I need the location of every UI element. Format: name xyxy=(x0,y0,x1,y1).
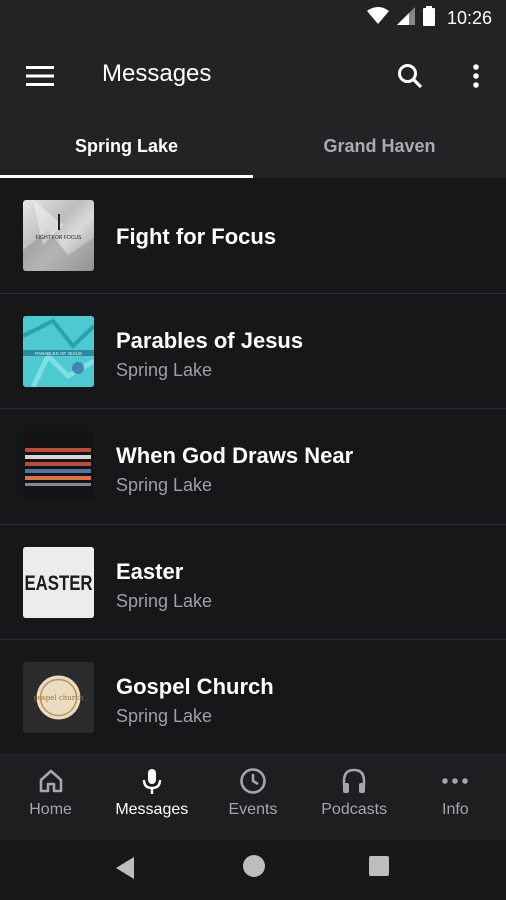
list-item[interactable]: PARABLES OF JESUS Parables of Jesus Spri… xyxy=(0,294,506,409)
more-horiz-icon xyxy=(442,778,469,784)
list-item[interactable]: FIGHT FOR FOCUS Fight for Focus xyxy=(0,178,506,294)
bottom-navigation: Home Messages Events Podcasts Info xyxy=(0,754,506,840)
series-thumbnail: PARABLES OF JESUS xyxy=(23,315,94,387)
series-thumbnail: gospel church xyxy=(23,662,94,733)
item-subtitle: Spring Lake xyxy=(116,475,213,495)
series-thumbnail: FIGHT FOR FOCUS xyxy=(23,200,94,271)
signal-icon xyxy=(396,6,415,30)
wifi-icon xyxy=(366,6,389,30)
nav-events[interactable]: Events xyxy=(202,755,303,841)
clock-icon xyxy=(240,768,266,794)
list-item[interactable]: When God Draws Near Spring Lake xyxy=(0,409,506,525)
tab-grand-haven[interactable]: Grand Haven xyxy=(253,114,506,178)
nav-home[interactable]: Home xyxy=(0,755,101,841)
home-icon xyxy=(39,769,62,793)
nav-info[interactable]: Info xyxy=(405,755,506,841)
home-circle-icon[interactable] xyxy=(242,854,266,878)
thumb-text: PARABLES OF JESUS xyxy=(35,351,82,356)
item-title: Easter xyxy=(116,558,184,584)
more-options-button[interactable] xyxy=(458,58,494,94)
item-title: Parables of Jesus xyxy=(116,327,304,353)
menu-icon xyxy=(26,66,54,86)
back-icon[interactable] xyxy=(114,856,136,880)
item-subtitle: Spring Lake xyxy=(116,590,213,611)
recents-icon[interactable] xyxy=(369,856,389,876)
list-item[interactable]: EASTER Easter Spring Lake xyxy=(0,525,506,640)
nav-label: Home xyxy=(29,801,72,818)
item-title: When God Draws Near xyxy=(116,443,354,468)
thumb-text: FIGHT FOR FOCUS xyxy=(36,235,82,241)
nav-podcasts[interactable]: Podcasts xyxy=(304,755,405,841)
item-title: Fight for Focus xyxy=(116,224,277,249)
system-navigation-bar xyxy=(0,840,506,900)
status-bar: 10:26 xyxy=(0,0,506,36)
series-thumbnail xyxy=(23,431,94,502)
search-button[interactable] xyxy=(392,58,428,94)
nav-messages[interactable]: Messages xyxy=(101,755,202,841)
message-series-list: FIGHT FOR FOCUS Fight for Focus PARABLES… xyxy=(0,178,506,756)
item-title: Gospel Church xyxy=(116,674,274,699)
list-item[interactable]: gospel church Gospel Church Spring Lake xyxy=(0,640,506,756)
page-title: Messages xyxy=(102,60,212,87)
status-time: 10:26 xyxy=(446,7,492,28)
menu-button[interactable] xyxy=(22,58,58,94)
series-thumbnail: EASTER xyxy=(23,546,94,618)
thumb-text: EASTER xyxy=(25,572,93,595)
thumb-text: gospel church xyxy=(33,694,84,702)
nav-label: Info xyxy=(442,801,469,818)
headphones-icon xyxy=(342,768,366,793)
location-tabs: Spring Lake Grand Haven xyxy=(0,114,506,178)
search-icon xyxy=(398,64,423,89)
app-bar: Messages xyxy=(0,36,506,114)
nav-label: Podcasts xyxy=(321,801,388,818)
tab-spring-lake[interactable]: Spring Lake xyxy=(0,114,253,178)
more-vert-icon xyxy=(473,64,479,88)
nav-label: Events xyxy=(228,801,278,818)
item-subtitle: Spring Lake xyxy=(116,706,213,726)
item-subtitle: Spring Lake xyxy=(116,359,213,380)
microphone-icon xyxy=(142,769,161,794)
battery-icon xyxy=(422,5,435,31)
nav-label: Messages xyxy=(115,801,189,818)
